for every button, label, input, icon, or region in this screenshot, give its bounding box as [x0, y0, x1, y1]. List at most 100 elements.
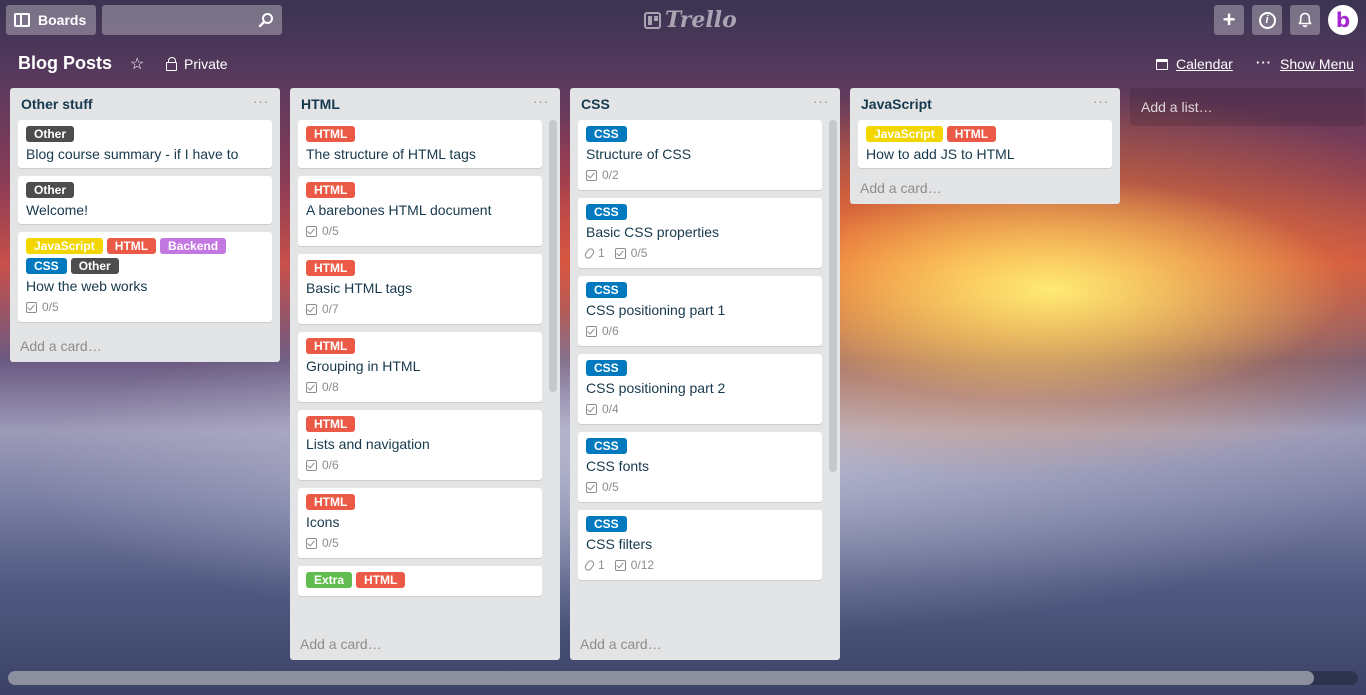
card-title: Structure of CSS	[586, 146, 692, 162]
card[interactable]: CSS CSS fonts 0/5	[578, 432, 822, 502]
search-input[interactable]	[102, 5, 283, 35]
list-menu-icon[interactable]: ···	[533, 94, 549, 109]
label-other: Other	[26, 126, 75, 142]
paperclip-icon	[583, 246, 596, 260]
label-html: HTML	[306, 338, 356, 354]
card-title: Lists and navigation	[306, 436, 430, 452]
card[interactable]: JavaScript HTML How to add JS to HTML	[858, 120, 1112, 168]
card[interactable]: CSS CSS positioning part 1 0/6	[578, 276, 822, 346]
checklist-badge: 0/4	[586, 402, 619, 416]
checklist-icon	[26, 301, 37, 313]
label-extra: Extra	[306, 572, 353, 588]
show-menu-button[interactable]: ··· Show Menu	[1256, 55, 1354, 73]
top-header: Boards Trello + i b	[0, 0, 1366, 40]
card-badges: 0/5	[306, 534, 534, 552]
card[interactable]: CSS CSS positioning part 2 0/4	[578, 354, 822, 424]
checklist-count: 0/5	[322, 536, 339, 550]
checklist-badge: 0/7	[306, 302, 339, 316]
checklist-icon	[306, 459, 317, 471]
list-title[interactable]: Other stuff	[21, 96, 93, 112]
calendar-button[interactable]: Calendar	[1156, 56, 1233, 72]
card[interactable]: Extra HTML	[298, 566, 542, 596]
notifications-button[interactable]	[1290, 5, 1320, 35]
card-labels: Other	[26, 182, 264, 198]
list-title[interactable]: HTML	[301, 96, 340, 112]
card[interactable]: CSS Basic CSS properties 1 0/5	[578, 198, 822, 268]
trello-logo[interactable]: Trello	[644, 7, 737, 33]
card[interactable]: HTML The structure of HTML tags	[298, 120, 542, 168]
checklist-count: 0/2	[602, 168, 619, 182]
card-labels: CSS	[586, 438, 814, 454]
card-title: CSS positioning part 2	[586, 380, 726, 396]
checklist-count: 0/6	[322, 458, 339, 472]
add-card-button[interactable]: Add a card…	[570, 628, 840, 660]
card[interactable]: HTML Icons 0/5	[298, 488, 542, 558]
card-badges: 0/6	[586, 322, 814, 340]
star-icon[interactable]: ☆	[130, 54, 144, 74]
list-scrollbar[interactable]	[829, 120, 837, 472]
list-title[interactable]: JavaScript	[861, 96, 932, 112]
card-badges: 0/2	[586, 166, 814, 184]
card[interactable]: HTML A barebones HTML document 0/5	[298, 176, 542, 246]
label-backend: Backend	[160, 238, 227, 254]
add-card-button[interactable]: Add a card…	[290, 628, 560, 660]
info-button[interactable]: i	[1252, 5, 1282, 35]
card-labels: CSS	[586, 126, 814, 142]
card-labels: CSS	[586, 282, 814, 298]
card-badges: 0/8	[306, 378, 534, 396]
list-title[interactable]: CSS	[581, 96, 610, 112]
card-labels: JavaScript HTML Backend CSS Other	[26, 238, 264, 274]
checklist-icon	[306, 303, 317, 315]
label-css: CSS	[586, 282, 627, 298]
label-html: HTML	[946, 126, 997, 142]
label-html: HTML	[306, 494, 356, 510]
board-title[interactable]: Blog Posts	[18, 53, 112, 74]
checklist-badge: 0/5	[614, 246, 648, 260]
card[interactable]: CSS CSS filters 1 0/12	[578, 510, 822, 580]
card[interactable]: HTML Basic HTML tags 0/7	[298, 254, 542, 324]
add-list-button[interactable]: Add a list…	[1130, 88, 1365, 126]
card-labels: CSS	[586, 516, 814, 532]
header-actions: + i b	[1214, 5, 1358, 35]
list-menu-icon[interactable]: ···	[813, 94, 829, 109]
card-title: CSS positioning part 1	[586, 302, 726, 318]
create-button[interactable]: +	[1214, 5, 1244, 35]
checklist-count: 0/4	[602, 402, 619, 416]
plus-icon: +	[1222, 7, 1236, 32]
list-scrollbar[interactable]	[549, 120, 557, 392]
card[interactable]: HTML Lists and navigation 0/6	[298, 410, 542, 480]
label-css: CSS	[586, 438, 627, 454]
attachment-count: 1	[598, 246, 605, 260]
add-card-button[interactable]: Add a card…	[850, 176, 1120, 204]
card[interactable]: JavaScript HTML Backend CSS Other How the we…	[18, 232, 272, 322]
checklist-badge: 0/6	[586, 324, 619, 338]
card[interactable]: HTML Grouping in HTML 0/8	[298, 332, 542, 402]
checklist-count: 0/5	[630, 246, 648, 260]
trello-logo-icon	[644, 11, 661, 29]
search-icon[interactable]	[258, 12, 274, 28]
boards-button[interactable]: Boards	[6, 5, 97, 35]
checklist-icon	[306, 225, 317, 237]
card-title: CSS filters	[586, 536, 653, 552]
checklist-count: 0/8	[322, 380, 339, 394]
card-labels: Other	[26, 126, 264, 142]
search-box[interactable]	[102, 5, 283, 35]
list-header: HTML ···	[290, 88, 560, 120]
board-scrollbar-thumb[interactable]	[8, 671, 1314, 685]
add-card-button[interactable]: Add a card…	[10, 330, 280, 362]
list-menu-icon[interactable]: ···	[253, 94, 269, 109]
checklist-badge: 0/2	[586, 168, 619, 182]
checklist-badge: 0/5	[306, 536, 339, 550]
card-labels: Extra HTML	[306, 572, 534, 588]
board-header: Blog Posts ☆ Private Calendar ··· Show M…	[0, 46, 1366, 82]
card-title: Icons	[306, 514, 340, 530]
avatar[interactable]: b	[1328, 5, 1358, 35]
card-labels: HTML	[306, 416, 534, 432]
list-menu-icon[interactable]: ···	[1093, 94, 1109, 109]
card[interactable]: Other Blog course summary - if I have to	[18, 120, 272, 168]
privacy-button[interactable]: Private	[166, 56, 228, 72]
list-javascript: JavaScript ··· JavaScript HTML How to add…	[850, 88, 1120, 204]
card[interactable]: CSS Structure of CSS 0/2	[578, 120, 822, 190]
card[interactable]: Other Welcome!	[18, 176, 272, 224]
checklist-count: 0/6	[602, 324, 619, 338]
